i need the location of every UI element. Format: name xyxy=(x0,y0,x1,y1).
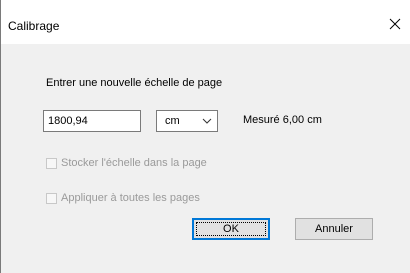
cancel-button[interactable]: Annuler xyxy=(295,218,373,240)
dialog-title: Calibrage xyxy=(8,19,60,33)
apply-all-label: Appliquer à toutes les pages xyxy=(61,192,200,204)
title-bar: Calibrage xyxy=(1,0,410,44)
apply-all-checkbox[interactable] xyxy=(46,192,57,204)
chevron-down-icon xyxy=(202,118,212,124)
focus-ring xyxy=(196,222,266,236)
unit-select-value: cm xyxy=(165,115,180,127)
unit-select[interactable]: cm xyxy=(156,110,218,132)
store-scale-option: Stocker l'échelle dans la page xyxy=(46,157,207,169)
close-button[interactable] xyxy=(380,11,410,37)
cancel-button-label: Annuler xyxy=(315,223,353,235)
ok-button[interactable]: OK xyxy=(192,218,270,240)
calibrage-dialog: Calibrage Entrer une nouvelle échelle de… xyxy=(0,0,410,273)
measured-label: Mesuré 6,00 cm xyxy=(243,114,322,126)
apply-all-option: Appliquer à toutes les pages xyxy=(46,192,200,204)
close-icon xyxy=(389,18,401,30)
store-scale-label: Stocker l'échelle dans la page xyxy=(61,157,207,169)
instruction-label: Entrer une nouvelle échelle de page xyxy=(46,77,223,89)
scale-input[interactable] xyxy=(43,110,141,132)
store-scale-checkbox[interactable] xyxy=(46,157,57,169)
